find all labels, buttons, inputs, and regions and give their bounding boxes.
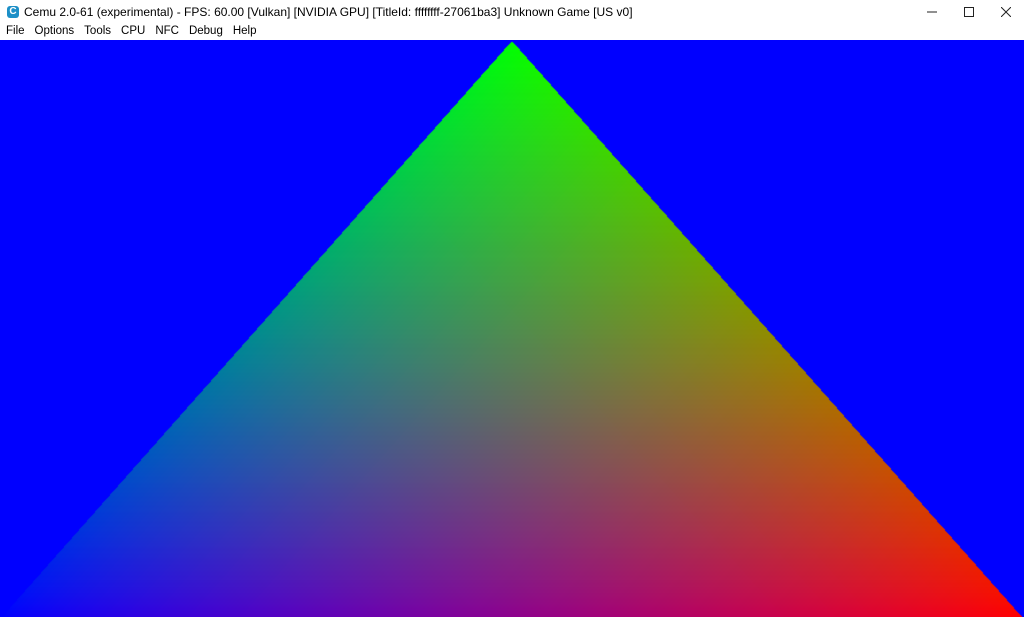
cemu-app-icon: C [7, 5, 19, 18]
menu-bar: File Options Tools CPU NFC Debug Help [0, 23, 1024, 40]
maximize-button[interactable] [950, 0, 987, 23]
game-render-viewport[interactable] [0, 40, 1024, 617]
menu-help[interactable]: Help [228, 23, 262, 40]
minimize-icon [926, 11, 937, 12]
menu-cpu[interactable]: CPU [116, 23, 150, 40]
minimize-button[interactable] [913, 0, 950, 23]
title-bar[interactable]: C Cemu 2.0-61 (experimental) - FPS: 60.0… [0, 0, 1024, 23]
close-icon [1000, 6, 1011, 17]
menu-nfc[interactable]: NFC [150, 23, 184, 40]
menu-file[interactable]: File [0, 23, 30, 40]
menu-options[interactable]: Options [30, 23, 80, 40]
menu-tools[interactable]: Tools [79, 23, 116, 40]
close-button[interactable] [987, 0, 1024, 23]
window-title: Cemu 2.0-61 (experimental) - FPS: 60.00 … [24, 4, 633, 19]
window-controls [913, 0, 1024, 23]
rgb-triangle [0, 40, 1024, 617]
menu-debug[interactable]: Debug [184, 23, 228, 40]
maximize-icon [963, 6, 974, 17]
